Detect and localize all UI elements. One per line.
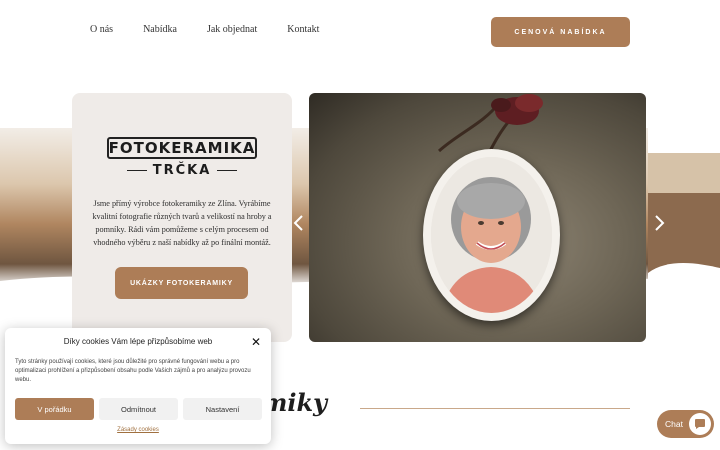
dried-flower-image (437, 94, 543, 153)
price-offer-button[interactable]: CENOVÁ NABÍDKA (491, 17, 630, 47)
cookie-policy-link[interactable]: Zásady cookies (5, 427, 271, 433)
cookie-settings-button[interactable]: Nastavení (183, 398, 262, 420)
ceramic-photo-medallion (423, 149, 560, 321)
nav-item-o-nas[interactable]: O nás (90, 24, 113, 35)
nav-item-nabidka[interactable]: Nabídka (143, 24, 177, 35)
chevron-left-icon[interactable] (292, 214, 306, 232)
portrait-image (431, 157, 552, 313)
main-nav: O nás Nabídka Jak objednat Kontakt (90, 24, 319, 35)
section-title: miky (262, 388, 328, 417)
cookie-consent-dialog: Díky cookies Vám lépe přizpůsobíme web ✕… (5, 328, 271, 444)
cookie-text: Tyto stránky používají cookies, které js… (15, 359, 251, 383)
intro-description: Jsme přímý výrobce fotokeramiky ze Zlína… (92, 199, 272, 247)
close-icon[interactable]: ✕ (251, 335, 261, 349)
section-divider (360, 408, 630, 409)
company-logo: FOTOKERAMIKA TRČKA (107, 137, 257, 178)
logo-sub-row: TRČKA (107, 163, 257, 178)
hero-slider[interactable] (309, 93, 646, 342)
logo-sub-text: TRČKA (152, 163, 212, 178)
chevron-right-icon[interactable] (652, 214, 666, 232)
cookie-title: Díky cookies Vám lépe přizpůsobíme web (63, 337, 213, 346)
cookie-accept-button[interactable]: V pořádku (15, 398, 94, 420)
logo-divider (126, 170, 147, 171)
intro-card: FOTOKERAMIKA TRČKA Jsme přímý výrobce fo… (72, 93, 292, 342)
cookie-reject-button[interactable]: Odmítnout (99, 398, 178, 420)
chat-bubble-icon (689, 413, 711, 435)
chat-label: Chat (665, 419, 683, 429)
logo-main-text: FOTOKERAMIKA (107, 137, 257, 159)
showcase-button[interactable]: UKÁZKY FOTOKERAMIKY (115, 267, 248, 299)
nav-item-kontakt[interactable]: Kontakt (287, 24, 319, 35)
cookie-buttons: V pořádku Odmítnout Nastavení (15, 398, 262, 420)
logo-divider (217, 170, 238, 171)
chat-button[interactable]: Chat (657, 410, 714, 438)
nav-item-jak-objednat[interactable]: Jak objednat (207, 24, 257, 35)
